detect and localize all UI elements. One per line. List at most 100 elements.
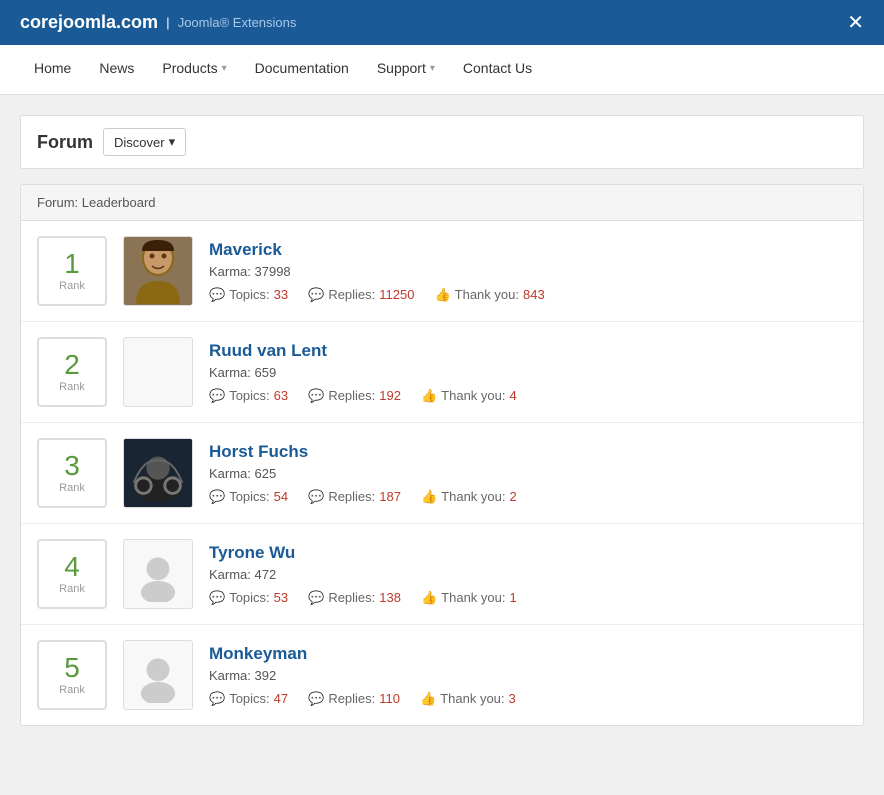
rank-label: Rank bbox=[59, 482, 85, 494]
rank-box-2: 2 Rank bbox=[37, 337, 107, 407]
rank-box-1: 1 Rank bbox=[37, 236, 107, 306]
rank-number: 4 bbox=[64, 553, 80, 581]
thankyou-stat: 👍 Thank you: 843 bbox=[434, 287, 544, 303]
products-arrow: ▾ bbox=[222, 63, 227, 74]
nav-documentation[interactable]: Documentation bbox=[241, 45, 363, 95]
logo-separator: | bbox=[166, 15, 170, 30]
thankyou-icon: 👍 bbox=[434, 287, 450, 303]
topics-label: Topics: bbox=[229, 287, 269, 302]
replies-icon: 💬 bbox=[308, 287, 324, 303]
replies-label: Replies: bbox=[328, 590, 375, 605]
replies-stat: 💬 Replies: 138 bbox=[308, 590, 401, 606]
replies-stat: 💬 Replies: 187 bbox=[308, 489, 401, 505]
nav-support[interactable]: Support ▾ bbox=[363, 45, 449, 95]
thankyou-value: 3 bbox=[509, 691, 516, 706]
user-stats: 💬 Topics: 47 💬 Replies: 110 👍 Thank you:… bbox=[209, 691, 847, 707]
forum-label: Forum bbox=[37, 132, 93, 153]
replies-icon: 💬 bbox=[308, 590, 324, 606]
avatar bbox=[123, 640, 193, 710]
rank-number: 5 bbox=[64, 654, 80, 682]
discover-button[interactable]: Discover ▾ bbox=[103, 128, 186, 156]
thankyou-value: 843 bbox=[523, 287, 545, 302]
thankyou-label: Thank you: bbox=[440, 691, 504, 706]
rank-box-5: 5 Rank bbox=[37, 640, 107, 710]
table-row: 2 Rank Ruud van Lent Karma: 659 💬 Topics… bbox=[21, 322, 863, 423]
replies-label: Replies: bbox=[328, 287, 375, 302]
replies-stat: 💬 Replies: 11250 bbox=[308, 287, 414, 303]
topics-stat: 💬 Topics: 33 bbox=[209, 287, 288, 303]
topics-icon: 💬 bbox=[209, 691, 225, 707]
topics-label: Topics: bbox=[229, 489, 269, 504]
topics-label: Topics: bbox=[229, 691, 269, 706]
user-info: Ruud van Lent Karma: 659 💬 Topics: 63 💬 … bbox=[209, 341, 847, 404]
thankyou-stat: 👍 Thank you: 4 bbox=[421, 388, 517, 404]
user-info: Monkeyman Karma: 392 💬 Topics: 47 💬 Repl… bbox=[209, 644, 847, 707]
thankyou-value: 1 bbox=[510, 590, 517, 605]
replies-icon: 💬 bbox=[308, 489, 324, 505]
topics-icon: 💬 bbox=[209, 287, 225, 303]
topics-stat: 💬 Topics: 63 bbox=[209, 388, 288, 404]
user-karma: Karma: 472 bbox=[209, 567, 847, 582]
nav-news[interactable]: News bbox=[85, 45, 148, 95]
replies-label: Replies: bbox=[328, 388, 375, 403]
rank-number: 3 bbox=[64, 452, 80, 480]
topics-stat: 💬 Topics: 54 bbox=[209, 489, 288, 505]
nav-products[interactable]: Products ▾ bbox=[148, 45, 240, 95]
avatar bbox=[123, 236, 193, 306]
thankyou-label: Thank you: bbox=[441, 489, 505, 504]
thankyou-icon: 👍 bbox=[421, 590, 437, 606]
nav-home[interactable]: Home bbox=[20, 45, 85, 95]
leaderboard-section: Forum: Leaderboard 1 Rank bbox=[20, 184, 864, 726]
replies-value: 138 bbox=[379, 590, 401, 605]
user-stats: 💬 Topics: 54 💬 Replies: 187 👍 Thank you:… bbox=[209, 489, 847, 505]
rank-label: Rank bbox=[59, 381, 85, 393]
replies-label: Replies: bbox=[328, 489, 375, 504]
replies-value: 192 bbox=[379, 388, 401, 403]
table-row: 3 Rank Horst Fuchs bbox=[21, 423, 863, 524]
rank-number: 2 bbox=[64, 351, 80, 379]
replies-icon: 💬 bbox=[308, 388, 324, 404]
user-stats: 💬 Topics: 63 💬 Replies: 192 👍 Thank you:… bbox=[209, 388, 847, 404]
rank-box-4: 4 Rank bbox=[37, 539, 107, 609]
topics-label: Topics: bbox=[229, 590, 269, 605]
user-name: Monkeyman bbox=[209, 644, 847, 664]
content-wrapper: Forum Discover ▾ Forum: Leaderboard 1 Ra… bbox=[0, 95, 884, 746]
thankyou-value: 4 bbox=[510, 388, 517, 403]
thankyou-stat: 👍 Thank you: 3 bbox=[420, 691, 516, 707]
topics-value: 54 bbox=[274, 489, 288, 504]
replies-value: 110 bbox=[379, 691, 400, 706]
user-karma: Karma: 659 bbox=[209, 365, 847, 380]
table-row: 4 Rank Tyrone Wu Karma: 472 💬 Topics: 53 bbox=[21, 524, 863, 625]
rank-label: Rank bbox=[59, 280, 85, 292]
avatar-placeholder-icon bbox=[133, 648, 183, 703]
nav-contact[interactable]: Contact Us bbox=[449, 45, 546, 95]
topics-stat: 💬 Topics: 53 bbox=[209, 590, 288, 606]
discover-label: Discover bbox=[114, 135, 165, 150]
avatar bbox=[123, 539, 193, 609]
thankyou-icon: 👍 bbox=[420, 691, 436, 707]
main-nav: Home News Products ▾ Documentation Suppo… bbox=[0, 45, 884, 95]
rank-number: 1 bbox=[64, 250, 80, 278]
user-karma: Karma: 392 bbox=[209, 668, 847, 683]
topics-value: 47 bbox=[274, 691, 288, 706]
leaderboard-header: Forum: Leaderboard bbox=[21, 185, 863, 221]
user-karma: Karma: 625 bbox=[209, 466, 847, 481]
topics-icon: 💬 bbox=[209, 590, 225, 606]
rank-label: Rank bbox=[59, 684, 85, 696]
support-arrow: ▾ bbox=[430, 63, 435, 74]
table-row: 5 Rank Monkeyman Karma: 392 💬 Topics: 47 bbox=[21, 625, 863, 725]
user-name: Tyrone Wu bbox=[209, 543, 847, 563]
user-name: Ruud van Lent bbox=[209, 341, 847, 361]
replies-stat: 💬 Replies: 192 bbox=[308, 388, 401, 404]
header-icon: ✕ bbox=[847, 10, 864, 35]
topics-value: 53 bbox=[274, 590, 288, 605]
rank-box-3: 3 Rank bbox=[37, 438, 107, 508]
avatar bbox=[123, 438, 193, 508]
avatar bbox=[123, 337, 193, 407]
avatar-maverick bbox=[124, 237, 192, 305]
user-info: Maverick Karma: 37998 💬 Topics: 33 💬 Rep… bbox=[209, 240, 847, 303]
user-info: Tyrone Wu Karma: 472 💬 Topics: 53 💬 Repl… bbox=[209, 543, 847, 606]
replies-value: 187 bbox=[379, 489, 401, 504]
user-karma: Karma: 37998 bbox=[209, 264, 847, 279]
thankyou-label: Thank you: bbox=[441, 388, 505, 403]
